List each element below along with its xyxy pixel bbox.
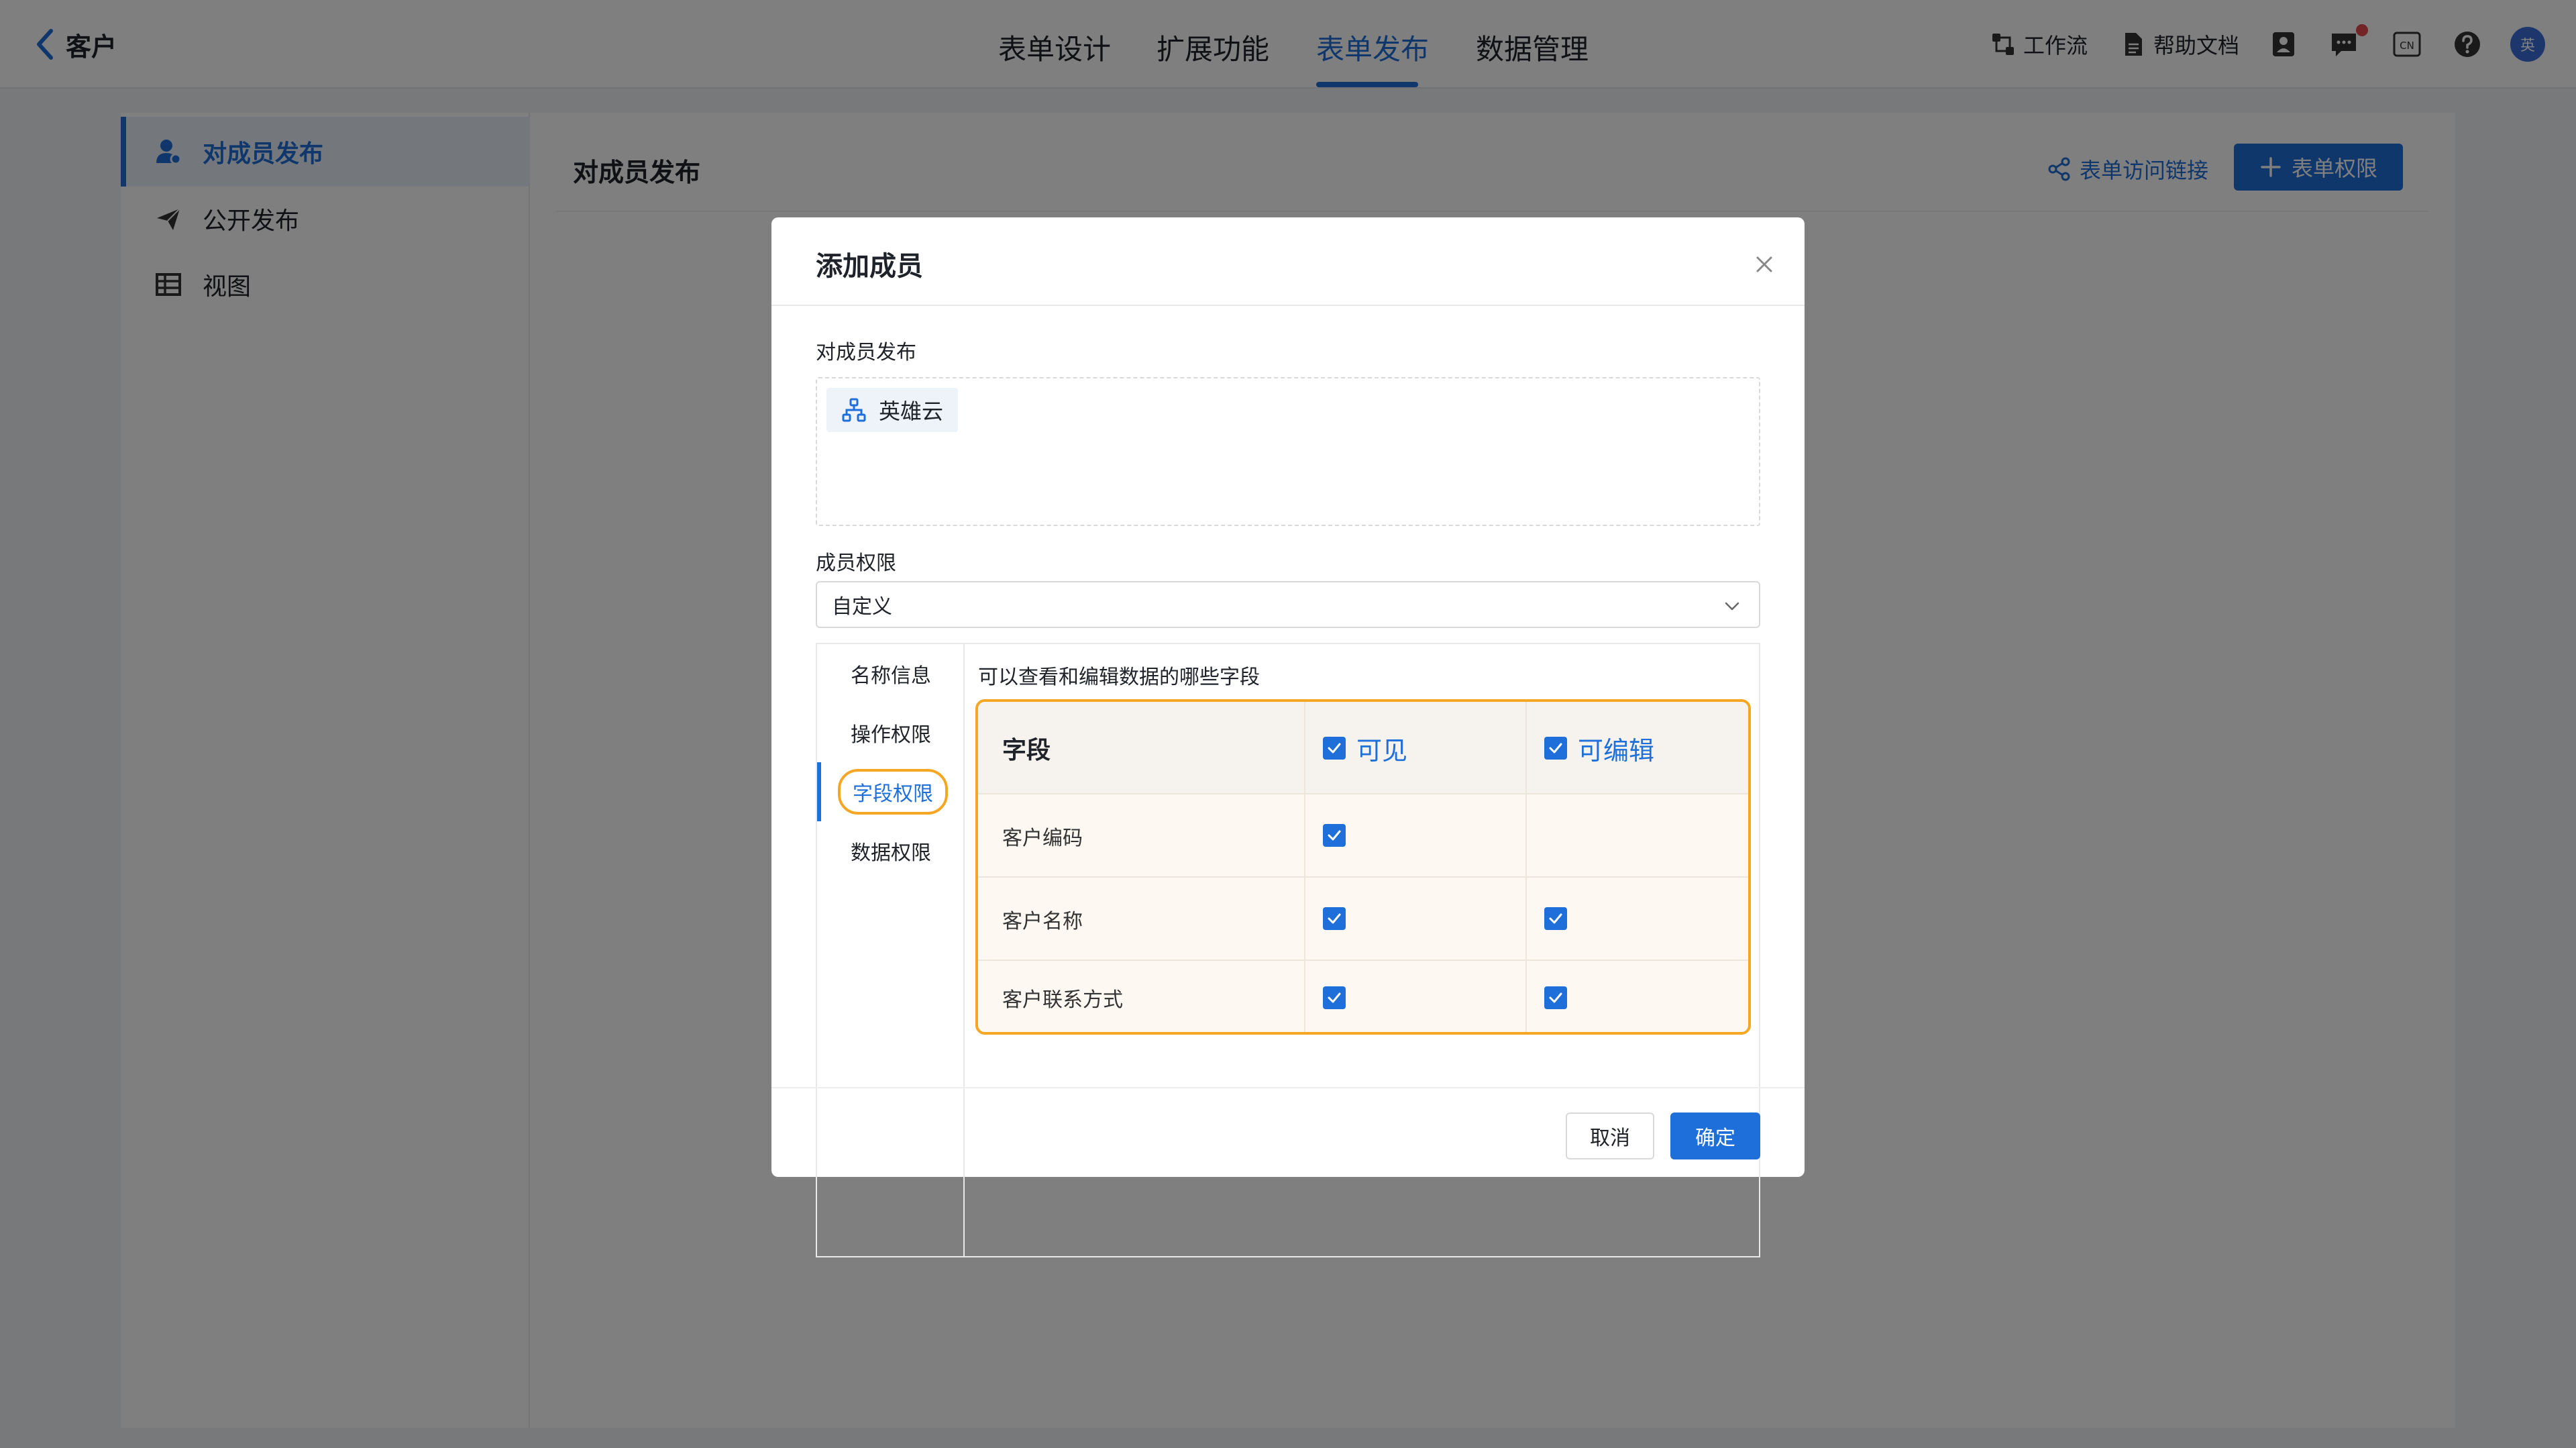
header-editable-label: 可编辑 bbox=[1578, 735, 1655, 766]
field-permission-table: 字段 可见 可编辑 客户编码 客户名称 客户联系方式 bbox=[975, 699, 1751, 1035]
header-field: 字段 bbox=[1002, 737, 1051, 764]
add-member-dialog: 添加成员 对成员发布 英雄云 成员权限 自定义 名称信息 操作权限 字段权限 数… bbox=[771, 217, 1805, 1257]
cancel-button[interactable]: 取消 bbox=[1566, 1113, 1654, 1159]
editable-all-checkbox[interactable] bbox=[1544, 737, 1567, 760]
member-tag[interactable]: 英雄云 bbox=[826, 388, 959, 432]
header-visible-label: 可见 bbox=[1356, 735, 1408, 766]
column-separator bbox=[1304, 702, 1305, 1032]
permission-label: 成员权限 bbox=[816, 552, 896, 575]
visible-all-checkbox[interactable] bbox=[1323, 737, 1346, 760]
field-name: 客户联系方式 bbox=[1002, 988, 1123, 1012]
visible-checkbox[interactable] bbox=[1323, 907, 1346, 930]
perm-tab-operations[interactable]: 操作权限 bbox=[817, 703, 965, 762]
permission-panel: 名称信息 操作权限 字段权限 数据权限 可以查看和编辑数据的哪些字段 字段 可见… bbox=[816, 643, 1760, 1257]
divider bbox=[771, 305, 1805, 306]
perm-tab-label: 名称信息 bbox=[851, 664, 931, 688]
members-label: 对成员发布 bbox=[816, 341, 916, 364]
perm-tab-field[interactable]: 字段权限 bbox=[817, 762, 965, 821]
editable-checkbox[interactable] bbox=[1544, 907, 1567, 930]
close-icon bbox=[1756, 256, 1772, 272]
dialog-title: 添加成员 bbox=[816, 251, 923, 282]
table-row: 客户编码 bbox=[978, 794, 1748, 878]
visible-checkbox[interactable] bbox=[1323, 986, 1346, 1009]
table-header: 字段 可见 可编辑 bbox=[978, 702, 1748, 794]
member-tag-label: 英雄云 bbox=[879, 399, 944, 424]
visible-checkbox[interactable] bbox=[1323, 824, 1346, 847]
confirm-button[interactable]: 确定 bbox=[1670, 1113, 1760, 1159]
checkmark-icon bbox=[1328, 743, 1341, 754]
perm-tab-label: 数据权限 bbox=[851, 841, 931, 865]
header-visible: 可见 bbox=[1323, 702, 1407, 794]
close-button[interactable] bbox=[1752, 252, 1776, 276]
column-separator bbox=[1525, 702, 1527, 1032]
perm-tab-label: 操作权限 bbox=[851, 723, 931, 747]
checkmark-icon bbox=[1549, 913, 1562, 924]
perm-tab-data[interactable]: 数据权限 bbox=[817, 821, 965, 880]
member-picker[interactable]: 英雄云 bbox=[816, 377, 1760, 526]
checkmark-icon bbox=[1328, 992, 1341, 1003]
checkmark-icon bbox=[1549, 743, 1562, 754]
field-name: 客户编码 bbox=[1002, 827, 1083, 850]
table-row: 客户联系方式 bbox=[978, 961, 1748, 1032]
field-permission-description: 可以查看和编辑数据的哪些字段 bbox=[978, 666, 1260, 689]
perm-tab-label: 字段权限 bbox=[838, 769, 948, 815]
field-name: 客户名称 bbox=[1002, 910, 1083, 933]
perm-tab-name-info[interactable]: 名称信息 bbox=[817, 644, 965, 703]
table-row: 客户名称 bbox=[978, 878, 1748, 961]
org-chart-icon bbox=[842, 398, 866, 422]
checkmark-icon bbox=[1328, 913, 1341, 924]
checkmark-icon bbox=[1328, 830, 1341, 841]
footer-divider bbox=[771, 1087, 1805, 1088]
permission-select[interactable]: 自定义 bbox=[816, 581, 1760, 628]
checkmark-icon bbox=[1549, 992, 1562, 1003]
permission-select-value: 自定义 bbox=[832, 595, 892, 619]
chevron-down-icon bbox=[1725, 602, 1739, 611]
permission-tabs: 名称信息 操作权限 字段权限 数据权限 bbox=[817, 644, 965, 1256]
editable-checkbox[interactable] bbox=[1544, 986, 1567, 1009]
header-editable: 可编辑 bbox=[1544, 702, 1654, 794]
